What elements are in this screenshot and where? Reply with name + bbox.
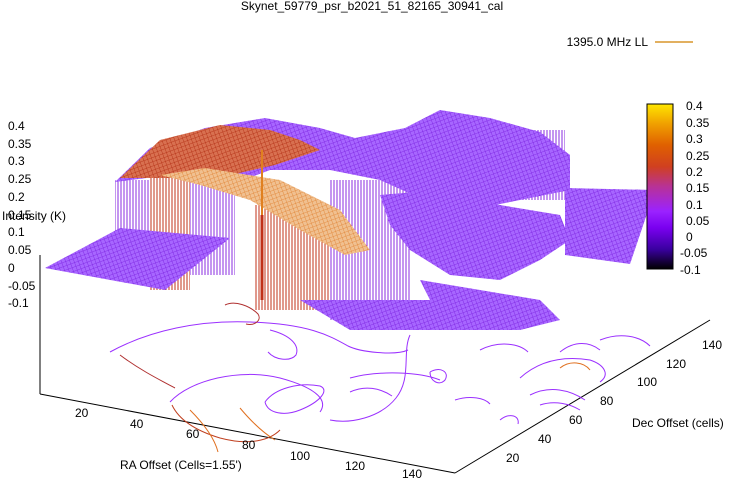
colorbar-tick-label: -0.1 xyxy=(680,263,701,277)
y-tick-label: 20 xyxy=(506,451,520,465)
z-tick-label: 0.05 xyxy=(8,243,32,257)
z-tick-label: 0.25 xyxy=(8,172,32,186)
z-tick-label: 0.1 xyxy=(8,225,25,239)
x-tick-label: 140 xyxy=(402,467,422,478)
y-tick-label: 140 xyxy=(702,338,722,352)
colorbar-tick-label: 0.3 xyxy=(686,132,703,146)
y-ticks: 20 40 60 80 100 120 140 xyxy=(506,338,722,465)
colorbar-tick-label: 0.1 xyxy=(686,198,703,212)
x-tick-label: 20 xyxy=(75,406,89,420)
plane-left xyxy=(45,228,230,290)
x-axis-line xyxy=(39,393,456,474)
colorbar-tick-label: 0.25 xyxy=(686,149,710,163)
y-tick-label: 80 xyxy=(600,394,614,408)
legend-label: 1395.0 MHz LL xyxy=(567,35,649,49)
y-tick-label: 40 xyxy=(538,432,552,446)
x-tick-label: 60 xyxy=(186,427,200,441)
colorbar-tick-label: 0.35 xyxy=(686,116,710,130)
z-tick-label: -0.05 xyxy=(8,279,36,293)
x-tick-label: 100 xyxy=(290,449,310,463)
plane-right xyxy=(565,188,655,264)
y-tick-label: 120 xyxy=(666,357,686,371)
colorbar-gradient xyxy=(646,103,674,270)
z-tick-label: 0 xyxy=(8,261,15,275)
colorbar-tick-label: 0.4 xyxy=(686,99,703,113)
legend: 1395.0 MHz LL xyxy=(567,35,693,49)
chart-title: Skynet_59779_psr_b2021_51_82165_30941_ca… xyxy=(241,0,503,13)
z-tick-label: 0.4 xyxy=(8,119,25,133)
z-tick-label: 0.35 xyxy=(8,137,32,151)
colorbar-tick-label: 0.2 xyxy=(686,165,703,179)
colorbar-tick-label: 0.15 xyxy=(686,181,710,195)
y-tick-label: 60 xyxy=(569,413,583,427)
z-tick-label: 0.2 xyxy=(8,190,25,204)
colorbar: 0.4 0.35 0.3 0.25 0.2 0.15 0.1 0.05 0 -0… xyxy=(646,99,710,277)
z-tick-label: -0.1 xyxy=(8,296,29,310)
x-tick-label: 80 xyxy=(242,438,256,452)
y-tick-label: 100 xyxy=(637,375,657,389)
colorbar-tick-label: -0.05 xyxy=(680,246,708,260)
colorbar-tick-label: 0.05 xyxy=(686,214,710,228)
z-tick-label: 0.3 xyxy=(8,154,25,168)
surface-plot: Skynet_59779_psr_b2021_51_82165_30941_ca… xyxy=(2,0,724,478)
x-axis-label: RA Offset (Cells=1.55') xyxy=(120,458,242,472)
x-tick-label: 40 xyxy=(130,417,144,431)
y-axis-line xyxy=(454,319,711,474)
colorbar-tick-label: 0 xyxy=(686,230,693,244)
z-axis-label: Intensity (K) xyxy=(2,209,66,223)
y-axis-label: Dec Offset (cells) xyxy=(632,416,724,430)
x-tick-label: 120 xyxy=(345,459,365,473)
